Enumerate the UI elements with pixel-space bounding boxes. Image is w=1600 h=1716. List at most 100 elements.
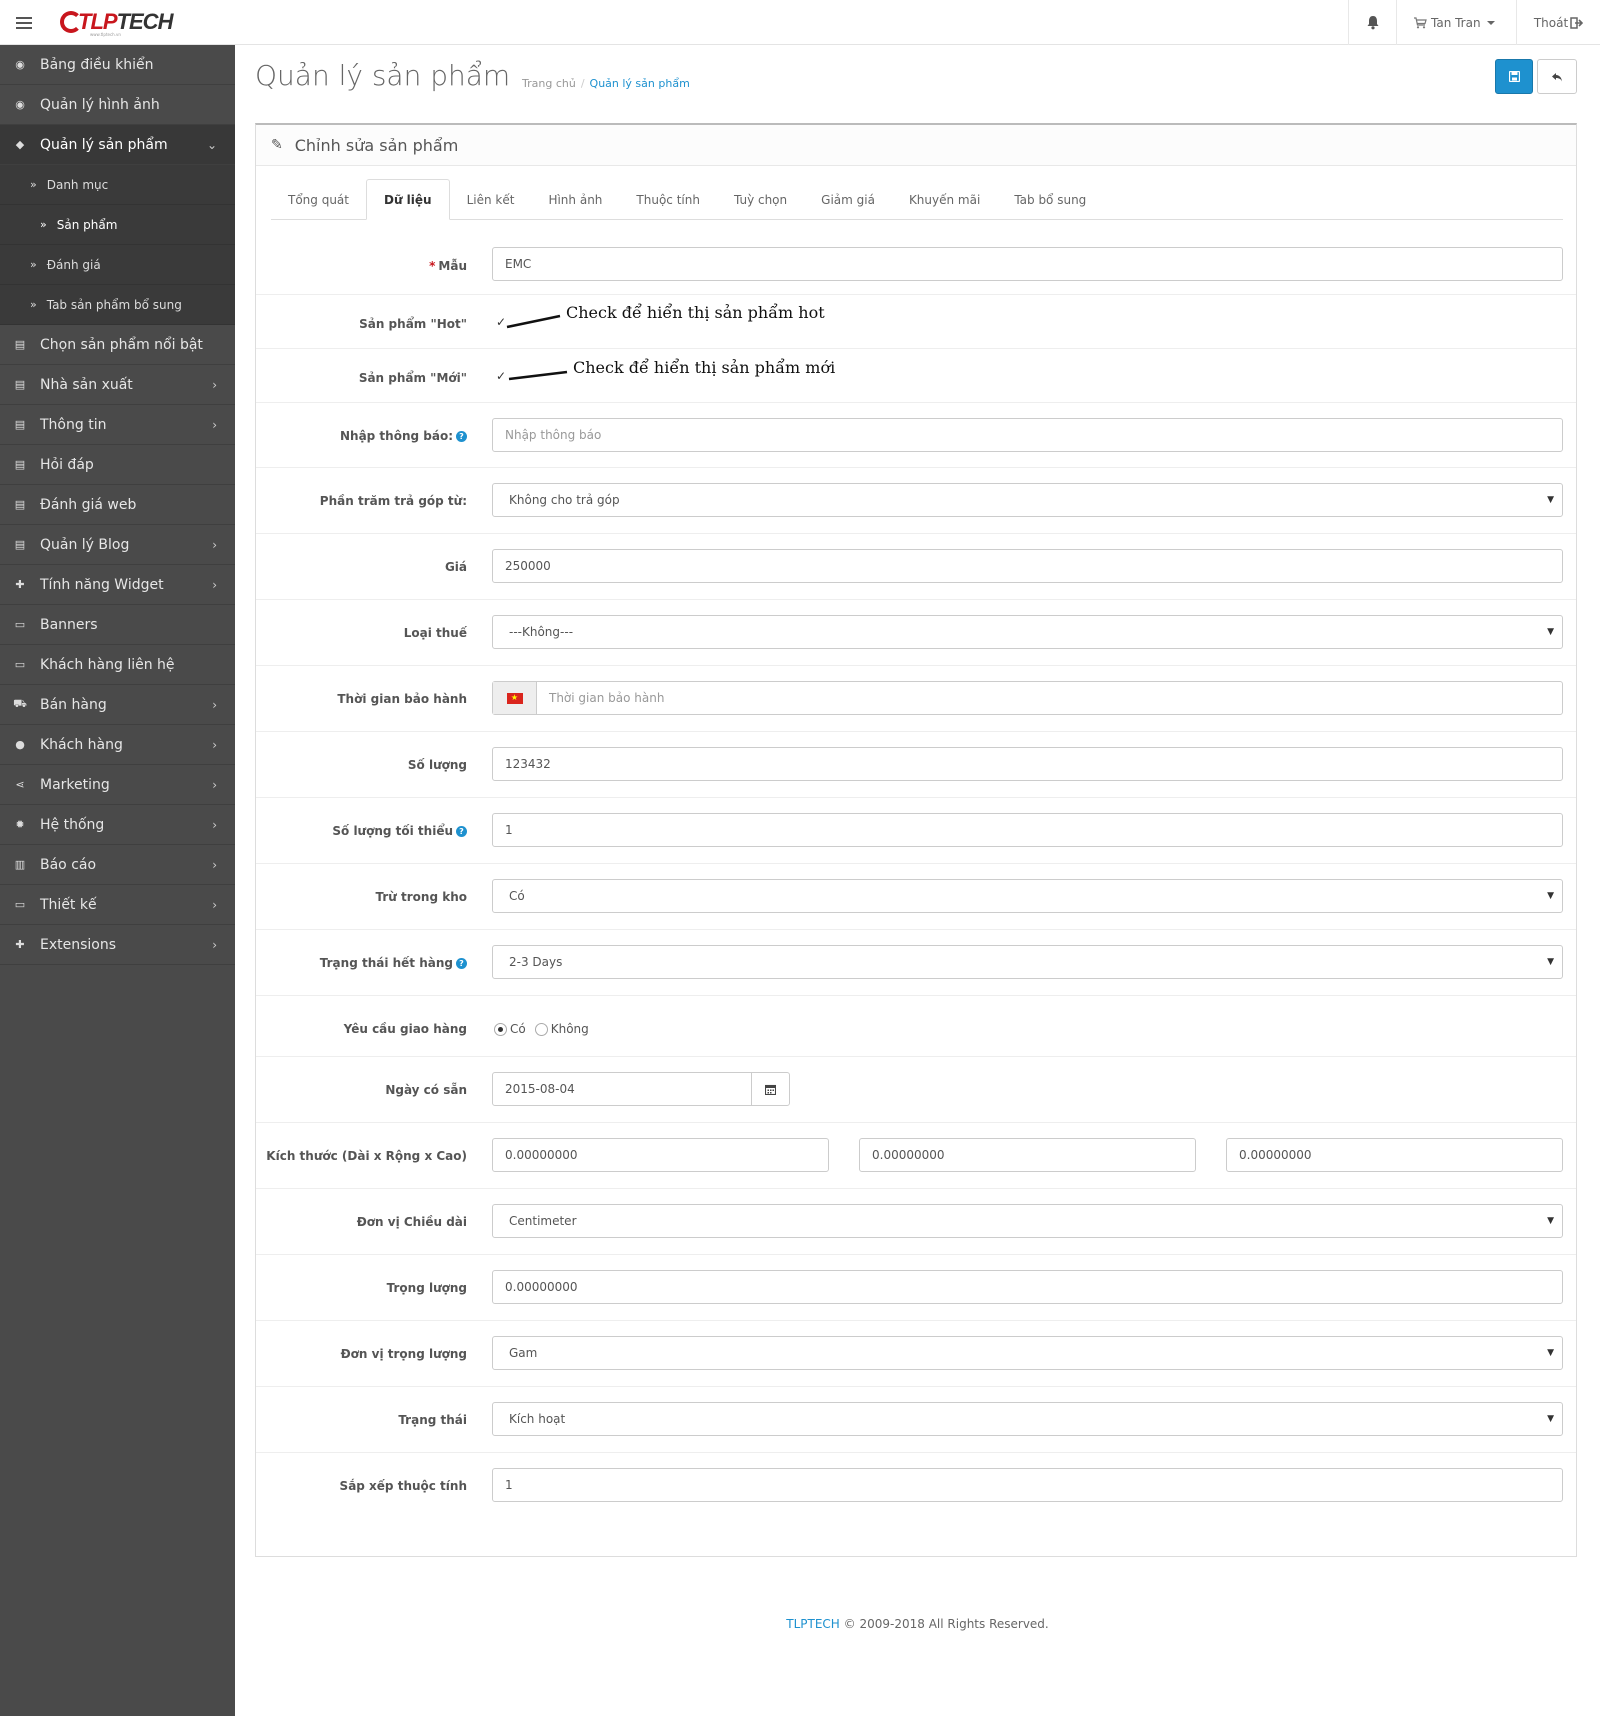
tab-extra[interactable]: Tab bổ sung [997,179,1103,220]
monitor-icon: ▭ [14,658,26,671]
tab-options[interactable]: Tuỳ chọn [717,179,804,220]
help-icon[interactable]: ? [456,826,467,837]
dimensions-label: Kích thước (Dài x Rộng x Cao) [266,1149,467,1163]
notifications-button[interactable] [1348,0,1396,45]
stock-status-select[interactable]: 2-3 Days ▼ [492,945,1563,979]
page-title: Quản lý sản phẩm [255,59,511,92]
logo-text-red: TLP [78,9,118,34]
sidebar-item-design[interactable]: ▭ Thiết kế › [0,885,235,925]
sidebar-item-manufacturers[interactable]: ▤ Nhà sản xuất › [0,365,235,405]
warranty-input[interactable]: ★ Thời gian bảo hành [492,681,1563,715]
shipping-no-radio[interactable] [534,1022,548,1036]
installment-select[interactable]: Không cho trả góp ▼ [492,483,1563,517]
sort-order-input[interactable]: 1 [492,1468,1563,1502]
price-input[interactable]: 250000 [492,549,1563,583]
newspaper-icon: ▤ [14,338,26,351]
newspaper-icon: ▤ [14,418,26,431]
warranty-label: Thời gian bảo hành [337,692,467,706]
tab-images[interactable]: Hình ảnh [531,179,619,220]
chevron-right-icon: › [212,898,217,912]
weight-class-select[interactable]: Gam ▼ [492,1336,1563,1370]
form-row-tax: Loại thuế ---Không--- ▼ [256,600,1576,666]
sidebar-item-marketing[interactable]: ⋖ Marketing › [0,765,235,805]
breadcrumb-current[interactable]: Quản lý sản phẩm [590,77,690,90]
help-icon[interactable]: ? [456,431,467,442]
sidebar-subitem-products[interactable]: » Sản phẩm [0,205,235,245]
tax-select[interactable]: ---Không--- ▼ [492,615,1563,649]
tab-data[interactable]: Dữ liệu [366,179,450,220]
sidebar-item-dashboard[interactable]: ◉ Bảng điều khiển [0,45,235,85]
sidebar-subitem-reviews[interactable]: » Đánh giá [0,245,235,285]
date-available-label: Ngày có sẵn [385,1083,467,1097]
min-quantity-input[interactable]: 1 [492,813,1563,847]
model-label: * Mẫu [429,259,467,273]
sidebar-item-web-reviews[interactable]: ▤ Đánh giá web [0,485,235,525]
height-input[interactable]: 0.00000000 [1226,1138,1563,1172]
sidebar: ◉ Bảng điều khiển ◉ Quản lý hình ảnh ◆ Quản… [0,45,235,1716]
help-icon[interactable]: ? [456,958,467,969]
form-row-date-available: Ngày có sẵn 2015-08-04 [256,1057,1576,1123]
new-checkbox[interactable]: ✓ [496,369,506,383]
menu-toggle-button[interactable] [0,0,48,45]
chevron-down-icon: ⌄ [206,138,217,152]
breadcrumb-home[interactable]: Trang chủ [522,77,576,90]
calendar-icon [765,1084,776,1095]
user-menu[interactable]: Tan Tran [1396,0,1516,45]
logo[interactable]: TLPTECH www.tlptech.vn [60,8,173,37]
sidebar-subitem-categories[interactable]: » Danh mục [0,165,235,205]
select-arrow-icon: ▼ [1547,627,1554,637]
panel-heading: ✎ Chỉnh sửa sản phẩm [256,125,1576,166]
min-quantity-label: Số lượng tối thiểu? [332,824,467,838]
date-available-input[interactable]: 2015-08-04 [492,1072,790,1106]
length-class-select[interactable]: Centimeter ▼ [492,1204,1563,1238]
status-select[interactable]: Kích hoạt ▼ [492,1402,1563,1436]
tab-attributes[interactable]: Thuộc tính [619,179,717,220]
quantity-input[interactable]: 123432 [492,747,1563,781]
sidebar-item-faq[interactable]: ▤ Hỏi đáp [0,445,235,485]
width-input[interactable]: 0.00000000 [859,1138,1196,1172]
weight-input[interactable]: 0.00000000 [492,1270,1563,1304]
chevron-right-icon: › [212,378,217,392]
save-button[interactable] [1495,59,1533,94]
sidebar-subitem-extra-tabs[interactable]: » Tab sản phẩm bổ sung [0,285,235,325]
dashboard-icon: ◉ [15,98,25,111]
sidebar-item-information[interactable]: ▤ Thông tin › [0,405,235,445]
form-row-quantity: Số lượng 123432 [256,732,1576,798]
sidebar-item-extensions[interactable]: ✚ Extensions › [0,925,235,965]
sidebar-item-widgets[interactable]: ✚ Tính năng Widget › [0,565,235,605]
tab-discount[interactable]: Giảm giá [804,179,892,220]
double-chevron-icon: » [30,178,37,191]
tab-general[interactable]: Tổng quát [271,179,366,220]
dashboard-icon: ◉ [15,58,25,71]
subtract-select[interactable]: Có ▼ [492,879,1563,913]
subtract-label: Trừ trong kho [375,890,467,904]
notice-input[interactable]: Nhập thông báo [492,418,1563,452]
sidebar-item-contacts[interactable]: ▭ Khách hàng liên hệ [0,645,235,685]
sidebar-item-reports[interactable]: ▥ Báo cáo › [0,845,235,885]
price-label: Giá [444,560,467,574]
sidebar-item-sales[interactable]: ⛟ Bán hàng › [0,685,235,725]
sidebar-item-banners[interactable]: ▭ Banners [0,605,235,645]
form-row-sort-order: Sắp xếp thuộc tính 1 [256,1453,1576,1519]
form-row-stock-status: Trạng thái hết hàng? 2-3 Days ▼ [256,930,1576,996]
sidebar-item-blog[interactable]: ▤ Quản lý Blog › [0,525,235,565]
footer-brand-link[interactable]: TLPTECH [786,1617,840,1631]
tab-special[interactable]: Khuyến mãi [892,179,997,220]
form-row-length-class: Đơn vị Chiều dài Centimeter ▼ [256,1189,1576,1255]
tab-links[interactable]: Liên kết [450,179,532,220]
calendar-button[interactable] [751,1073,789,1105]
select-arrow-icon: ▼ [1547,1348,1554,1358]
sidebar-item-customers[interactable]: ● Khách hàng › [0,725,235,765]
back-button[interactable] [1537,59,1577,94]
sidebar-item-featured[interactable]: ▤ Chọn sản phẩm nổi bật [0,325,235,365]
sidebar-item-system[interactable]: ✹ Hệ thống › [0,805,235,845]
sidebar-item-products[interactable]: ◆ Quản lý sản phẩm ⌄ [0,125,235,165]
logout-button[interactable]: Thoát [1516,0,1600,45]
main-content: Quản lý sản phẩm Trang chủ / Quản lý sản p… [235,45,1600,1716]
shipping-yes-radio[interactable] [494,1022,507,1036]
sidebar-item-images[interactable]: ◉ Quản lý hình ảnh [0,85,235,125]
bar-chart-icon: ▥ [14,858,26,871]
length-input[interactable]: 0.00000000 [492,1138,829,1172]
model-input[interactable]: EMC [492,247,1563,281]
tags-icon: ◆ [15,138,25,151]
